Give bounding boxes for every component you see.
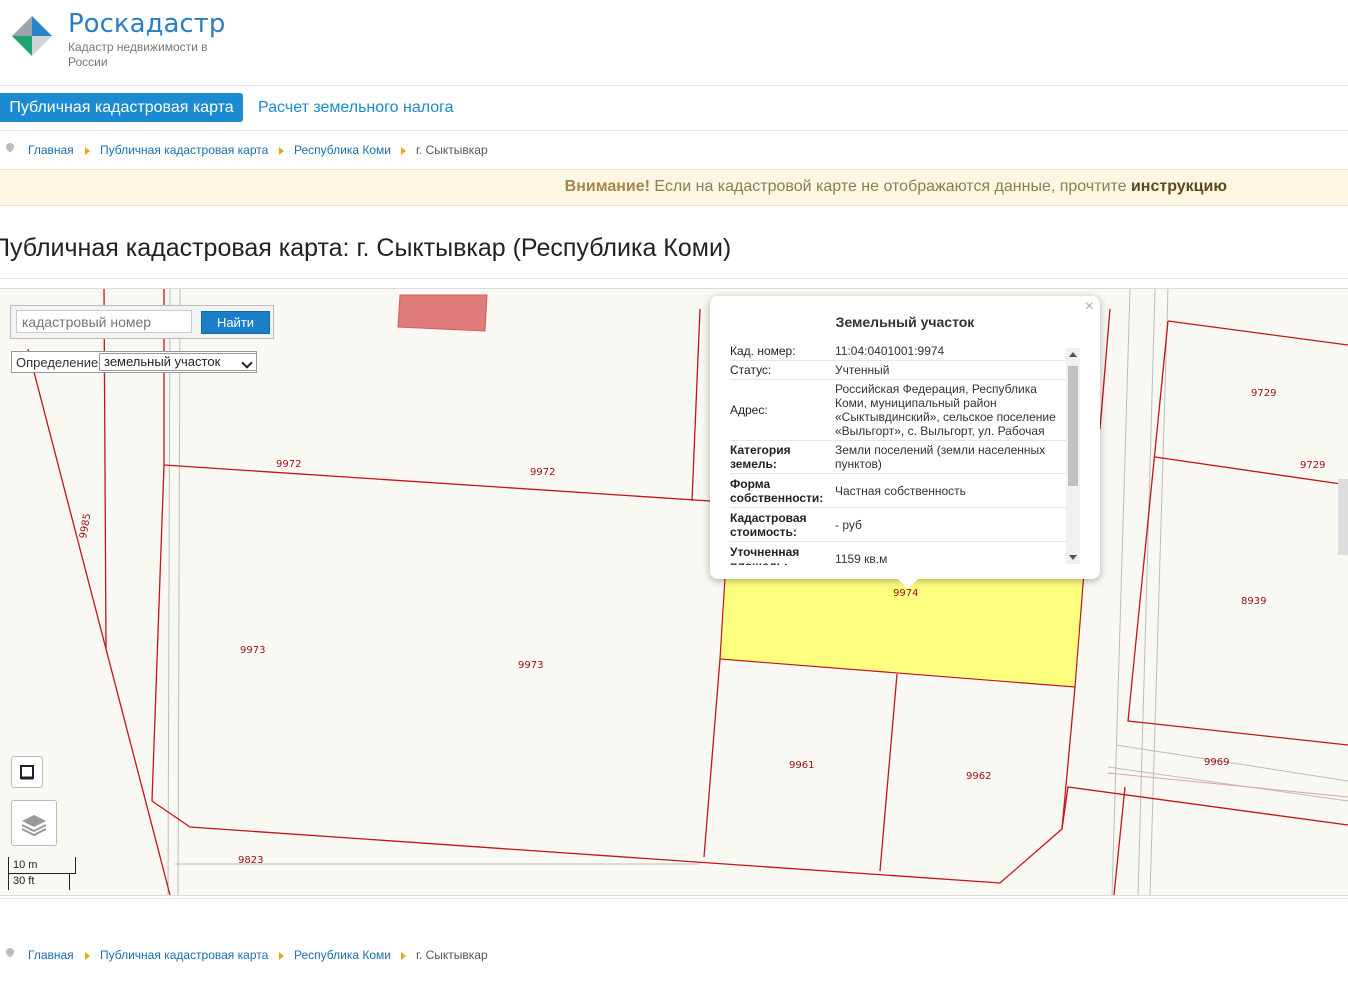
cadastral-map[interactable]: 9972 9972 9985 9973 9973 9974 9961 9962 … xyxy=(0,288,1348,896)
map-canvas[interactable]: 9972 9972 9985 9973 9973 9974 9961 9962 … xyxy=(0,289,1348,895)
attr-row: Адрес: Российская Федерация, Республика … xyxy=(730,380,1072,441)
definition-label: Определение: xyxy=(16,355,102,370)
breadcrumb-current: г. Сыктывкар xyxy=(416,948,488,962)
site-header: Роскадастр Кадастр недвижимости в России xyxy=(0,0,1348,86)
scale-metric: 10 m xyxy=(8,857,76,874)
plot-label: 9729 xyxy=(1300,460,1325,471)
attr-key: Кад. номер: xyxy=(730,344,796,358)
breadcrumb-region[interactable]: Республика Коми xyxy=(294,143,391,157)
breadcrumb-map[interactable]: Публичная кадастровая карта xyxy=(100,143,268,157)
main-nav: Публичная кадастровая карта Расчет земел… xyxy=(0,86,1348,131)
breadcrumb-current: г. Сыктывкар xyxy=(416,143,488,157)
scale-metric-label: 10 m xyxy=(13,859,38,871)
layers-button[interactable] xyxy=(11,800,57,846)
plot-label: 9969 xyxy=(1204,757,1229,768)
instruction-link[interactable]: инструкцию xyxy=(1131,178,1227,195)
building-edge xyxy=(1338,479,1348,555)
attr-key: Статус: xyxy=(730,363,772,377)
plot-label: 9962 xyxy=(966,771,991,782)
plot-label: 9973 xyxy=(240,645,265,656)
chevron-right-icon xyxy=(279,147,284,155)
attr-key: Уточненная площадь: xyxy=(730,544,800,566)
definition-value: земельный участок xyxy=(104,354,221,369)
plot-label: 9973 xyxy=(518,660,543,671)
notice-strong: Внимание! xyxy=(564,178,650,195)
attr-row: Кадастровая стоимость: - руб xyxy=(730,508,1072,542)
breadcrumb-home[interactable]: Главная xyxy=(28,143,74,157)
plot-label: 9972 xyxy=(530,467,555,478)
attr-key: Адрес: xyxy=(730,403,768,417)
attr-key: Форма собственности: xyxy=(730,476,824,505)
rosreestr-logo-icon[interactable] xyxy=(10,14,54,58)
breadcrumb-region[interactable]: Республика Коми xyxy=(294,948,391,962)
chevron-right-icon xyxy=(85,147,90,155)
attr-row: Форма собственности: Частная собственнос… xyxy=(730,474,1072,508)
scroll-up-icon[interactable] xyxy=(1069,352,1077,357)
scroll-thumb[interactable] xyxy=(1068,366,1078,486)
chevron-down-icon xyxy=(241,357,253,369)
attr-key: Категория земель: xyxy=(730,443,791,471)
plot-label: 9974 xyxy=(893,588,918,599)
popup-scrollbar[interactable] xyxy=(1066,348,1080,564)
breadcrumb-map[interactable]: Публичная кадастровая карта xyxy=(100,948,268,962)
popup-pointer xyxy=(896,577,920,589)
nav-land-tax-calculation[interactable]: Расчет земельного налога xyxy=(258,93,454,122)
plot-label: 9823 xyxy=(238,855,263,866)
parcel-info-popup: × Земельный участок Кад. номер: 11:04:04… xyxy=(710,296,1100,589)
notice-text: Внимание! Если на кадастровой карте не о… xyxy=(565,178,1227,196)
frame-select-icon xyxy=(20,765,34,780)
plot-label: 8939 xyxy=(1241,596,1266,607)
divider xyxy=(0,278,1348,279)
attr-value: Учтенный xyxy=(835,363,890,377)
layers-icon xyxy=(21,815,47,837)
attr-value: 11:04:0401001:9974 xyxy=(835,344,945,358)
popup-title: Земельный участок xyxy=(835,314,975,330)
attr-value: - руб xyxy=(835,517,862,532)
chevron-right-icon xyxy=(279,952,284,960)
definition-select[interactable]: земельный участок xyxy=(99,353,257,371)
attr-row: Категория земель: Земли поселений (земли… xyxy=(730,441,1072,474)
chevron-right-icon xyxy=(401,147,406,155)
scale-imperial-label: 30 ft xyxy=(13,875,35,887)
area-select-button[interactable] xyxy=(11,756,43,788)
plot-label: 9985 xyxy=(78,513,93,540)
building xyxy=(397,294,488,332)
plot-label: 9729 xyxy=(1251,388,1276,399)
attr-value: Частная собственность xyxy=(835,483,966,498)
attr-row: Уточненная площадь: 1159 кв.м xyxy=(730,542,1072,566)
attr-row: Статус: Учтенный xyxy=(730,361,1072,380)
scale-bar: 10 m 30 ft xyxy=(8,857,76,891)
scroll-down-icon[interactable] xyxy=(1069,555,1077,560)
location-pin-icon xyxy=(4,141,16,153)
location-pin-icon xyxy=(4,946,16,958)
breadcrumb-footer: Главная Публичная кадастровая карта Респ… xyxy=(0,936,1348,974)
notice-body: Если на кадастровой карте не отображаютс… xyxy=(649,178,1131,195)
definition-filter: Определение: земельный участок xyxy=(11,351,257,373)
divider xyxy=(0,898,1348,899)
plot-label: 9972 xyxy=(276,459,301,470)
breadcrumb: Главная Публичная кадастровая карта Респ… xyxy=(0,131,1348,169)
chevron-right-icon xyxy=(401,952,406,960)
plot-label: 9961 xyxy=(789,760,814,771)
search-button[interactable]: Найти xyxy=(201,311,270,334)
search-panel: Найти xyxy=(10,305,274,339)
brand-subtitle: Кадастр недвижимости в России xyxy=(68,40,208,69)
chevron-right-icon xyxy=(85,952,90,960)
warning-notice: Внимание! Если на кадастровой карте не о… xyxy=(0,169,1348,206)
breadcrumb-home[interactable]: Главная xyxy=(28,948,74,962)
parcel-boundaries xyxy=(27,289,1348,895)
scale-imperial: 30 ft xyxy=(8,873,70,890)
attr-value: 1159 кв.м xyxy=(835,551,888,566)
attr-value: Земли поселений (земли населенных пункто… xyxy=(835,443,1046,471)
attr-row: Кад. номер: 11:04:0401001:9974 xyxy=(730,342,1072,361)
cadastral-number-input[interactable] xyxy=(16,310,192,333)
nav-public-cadastral-map[interactable]: Публичная кадастровая карта xyxy=(0,93,243,122)
page-title: Публичная кадастровая карта: г. Сыктывка… xyxy=(0,234,732,262)
popup-attributes[interactable]: Кад. номер: 11:04:0401001:9974 Статус: У… xyxy=(730,342,1072,565)
attr-key: Кадастровая стоимость: xyxy=(730,510,807,539)
attr-value: Российская Федерация, Республика Коми, м… xyxy=(835,382,1056,438)
brand-name[interactable]: Роскадастр xyxy=(68,9,225,39)
